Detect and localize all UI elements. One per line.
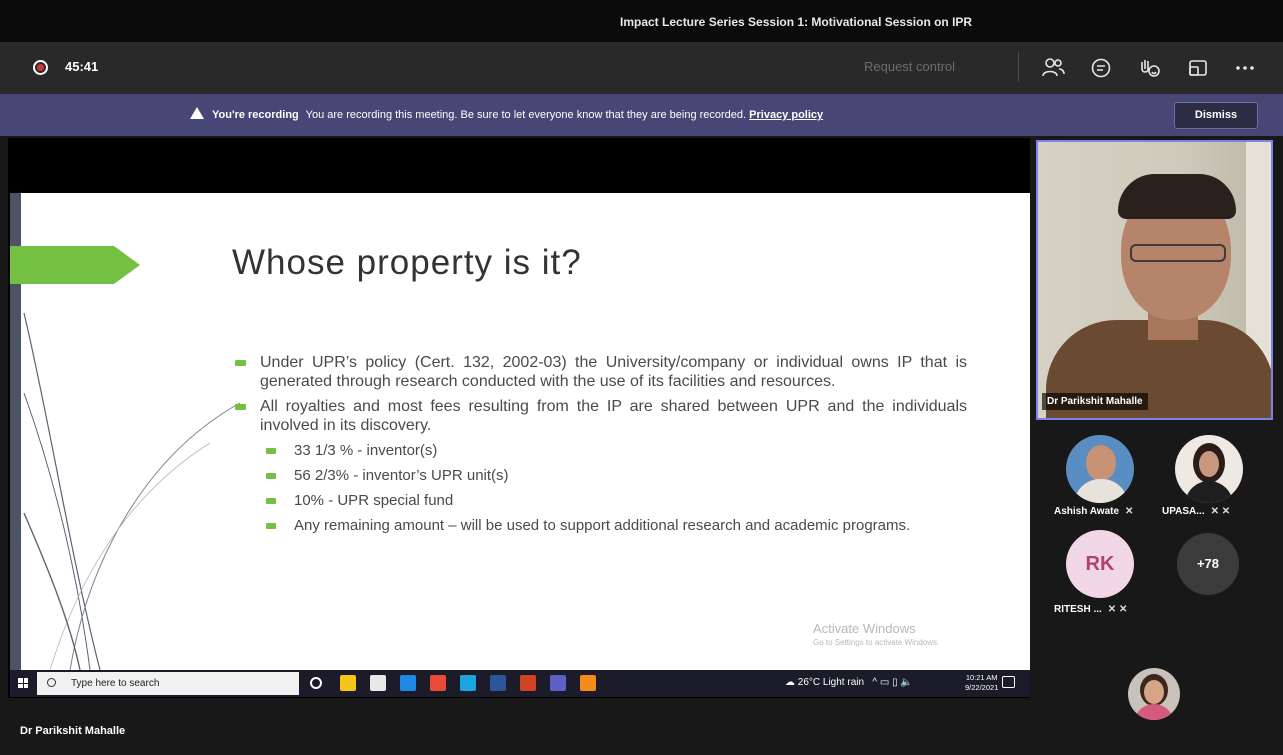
bullet-marker [266,498,276,504]
avatar[interactable] [1066,435,1134,503]
taskbar-app-icon[interactable] [520,675,536,691]
notification-icon[interactable] [1002,676,1015,688]
more-options-icon[interactable] [1230,53,1260,83]
taskbar-app-icon[interactable] [310,677,322,689]
taskbar-app-icon[interactable] [430,675,446,691]
request-control-button[interactable]: Request control [864,59,955,74]
mic-off-icon: ✕ ✕ [1210,506,1231,517]
slide-title: Whose property is it? [232,243,582,282]
recording-text: You are recording this meeting. Be sure … [305,109,747,121]
recording-banner: You're recording You are recording this … [0,94,1283,136]
taskbar-clock[interactable]: 10:21 AM 9/22/2021 [965,673,998,693]
taskbar-app-icon[interactable] [460,675,476,691]
recording-indicator-icon [33,60,48,75]
presenter-name: Dr Parikshit Mahalle [20,725,126,737]
mic-off-icon: ✕ [1125,506,1134,517]
self-avatar[interactable] [1128,668,1180,720]
slide-body: Under UPR’s policy (Cert. 132, 2002-03) … [232,353,967,535]
sub-bullet-item: 33 1/3 % - inventor(s) [254,441,967,460]
presentation-slide: Whose property is it? Under UPR’s policy… [10,193,1030,670]
search-icon [47,678,56,687]
cloud-icon: ☁ [785,677,795,688]
recording-message: You're recording You are recording this … [190,107,823,121]
chat-icon[interactable] [1086,53,1116,83]
reactions-icon[interactable] [1135,53,1165,83]
bullet-marker [235,360,246,366]
activate-windows-watermark: Activate Windows Go to Settings to activ… [813,621,940,647]
participants-icon[interactable] [1038,53,1068,83]
privacy-policy-link[interactable]: Privacy policy [749,109,823,121]
taskbar-app-icon[interactable] [550,675,566,691]
taskbar-app-icon[interactable] [370,675,386,691]
taskbar-search-input[interactable]: Type here to search [37,672,299,695]
mic-off-icon: ✕ ✕ [1107,604,1128,615]
participant-name: Ashish Awate ✕ [1054,506,1134,517]
share-tray-icon[interactable] [1183,53,1213,83]
bullet-marker [235,404,246,410]
meeting-title: Impact Lecture Series Session 1: Motivat… [620,15,973,29]
participant-name: RITESH ... ✕ ✕ [1054,604,1128,615]
bullet-marker [266,448,276,454]
warning-icon [190,107,204,119]
participant-name: UPASA... ✕ ✕ [1162,506,1231,517]
toolbar-divider [1018,52,1019,82]
video-name-label: Dr Parikshit Mahalle [1042,393,1148,410]
avatar-initials[interactable]: RK [1066,530,1134,598]
taskbar-app-icon[interactable] [400,675,416,691]
title-bar: Impact Lecture Series Session 1: Motivat… [0,0,1283,42]
taskbar-app-icon[interactable] [490,675,506,691]
dismiss-button[interactable]: Dismiss [1174,102,1258,129]
windows-taskbar: Type here to search ☁ 26°C Light rain ^ … [10,670,1030,697]
bullet-marker [266,473,276,479]
pinned-video[interactable]: Dr Parikshit Mahalle [1036,140,1273,420]
bullet-item: Under UPR’s policy (Cert. 132, 2002-03) … [232,353,967,391]
sub-bullet-item: Any remaining amount – will be used to s… [254,516,967,535]
sub-bullet-item: 10% - UPR special fund [254,491,967,510]
slide-green-arrow [10,246,140,284]
recording-label: You're recording [212,109,299,121]
taskbar-app-icon[interactable] [340,675,356,691]
meeting-toolbar: 45:41 Request control [0,42,1283,94]
bullet-marker [266,523,276,529]
sub-bullet-item: 56 2/3% - inventor’s UPR unit(s) [254,466,967,485]
taskbar-app-icon[interactable] [580,675,596,691]
weather-status[interactable]: ☁ 26°C Light rain ^ ▭ ▯ 🔈 [785,677,913,688]
more-participants-button[interactable]: +78 [1177,533,1239,595]
meeting-timer: 45:41 [65,59,99,74]
system-tray-icons[interactable]: ^ ▭ ▯ 🔈 [867,677,912,688]
avatar[interactable] [1175,435,1243,503]
bullet-item: All royalties and most fees resulting fr… [232,397,967,435]
windows-start-icon[interactable] [18,678,28,688]
